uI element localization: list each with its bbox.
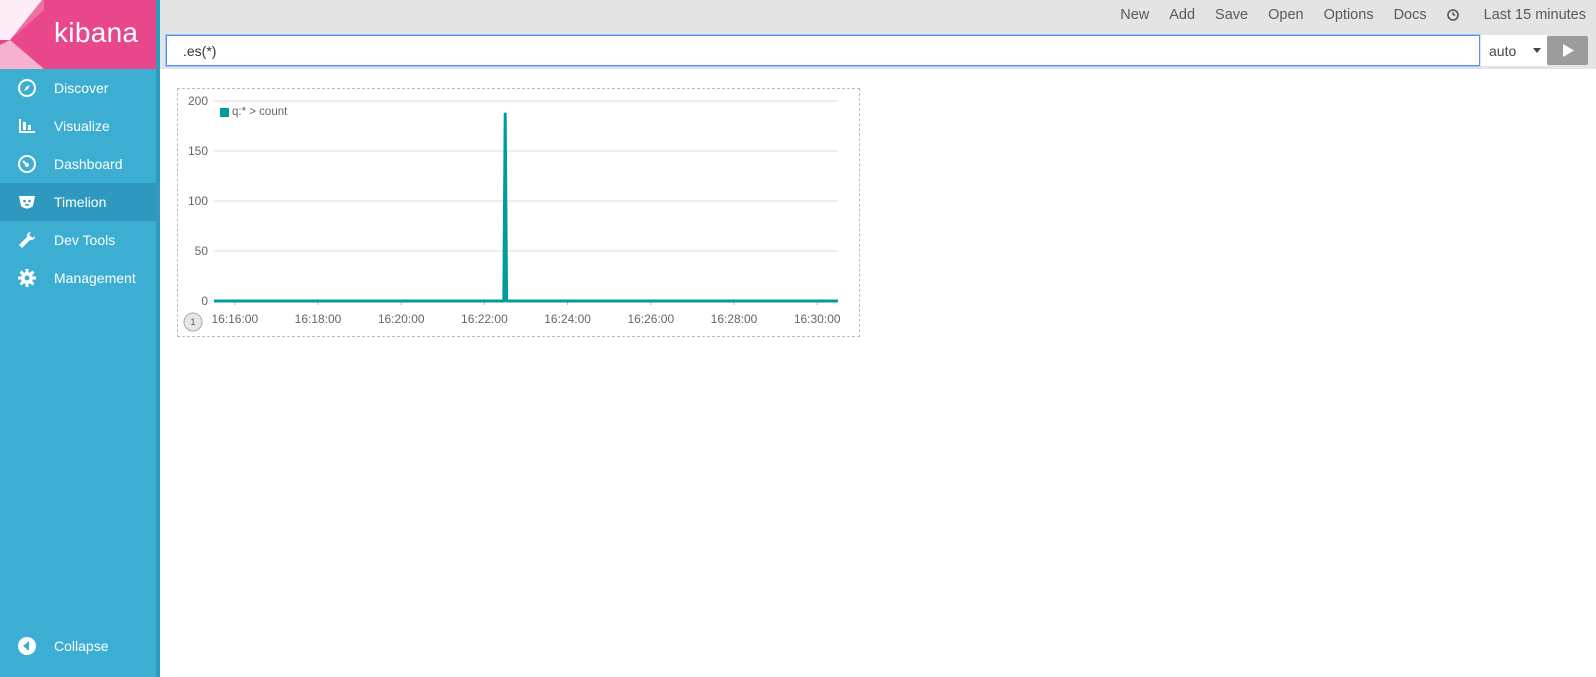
time-picker-button[interactable]: Last 15 minutes <box>1446 7 1586 23</box>
timelion-icon <box>0 192 54 212</box>
x-tick-label: 16:26:00 <box>627 312 674 326</box>
collapse-icon <box>0 636 54 656</box>
chart-panel[interactable]: 200 150 100 50 0 16:16:00 16:18:00 16:20:00 16:2… <box>177 88 860 337</box>
x-tick-label: 16:20:00 <box>378 312 425 326</box>
collapse-button[interactable]: Collapse <box>0 627 156 665</box>
series-line <box>214 112 838 303</box>
wrench-icon <box>0 230 54 250</box>
legend-entry: q:* > count <box>232 106 288 118</box>
x-tick-label: 16:28:00 <box>711 312 758 326</box>
x-tick-label: 16:24:00 <box>544 312 591 326</box>
kibana-logo-icon <box>0 0 44 69</box>
docs-button[interactable]: Docs <box>1394 7 1427 23</box>
clock-icon <box>1446 9 1459 21</box>
y-tick-label: 50 <box>195 244 209 258</box>
run-button[interactable] <box>1547 36 1588 65</box>
sidebar-item-timelion[interactable]: Timelion <box>0 183 156 221</box>
y-tick-label: 100 <box>188 194 208 208</box>
top-bar: New Add Save Open Options Docs Last 15 m… <box>160 0 1596 69</box>
expression-input[interactable] <box>166 35 1480 66</box>
y-tick-label: 0 <box>201 294 208 308</box>
sidebar-item-dashboard[interactable]: Dashboard <box>0 145 156 183</box>
y-tick-label: 150 <box>188 144 208 158</box>
play-icon <box>1562 44 1574 57</box>
open-button[interactable]: Open <box>1268 7 1303 23</box>
sidebar-nav: Discover Visualize Dashboard Timelion De… <box>0 69 156 297</box>
legend-swatch <box>220 107 229 117</box>
gear-icon <box>0 268 54 288</box>
save-button[interactable]: Save <box>1215 7 1248 23</box>
new-button[interactable]: New <box>1120 7 1149 23</box>
sidebar-item-label: Dev Tools <box>54 232 116 248</box>
dashboard-icon <box>0 154 54 174</box>
x-tick-label: 16:30:00 <box>794 312 841 326</box>
x-tick-label: 16:16:00 <box>211 312 258 326</box>
query-row: auto <box>166 35 1588 66</box>
sidebar: kibana Discover Visualize Dashboard Time… <box>0 0 160 677</box>
sidebar-item-visualize[interactable]: Visualize <box>0 107 156 145</box>
chart-badge-label: 1 <box>190 317 195 327</box>
bar-chart-icon <box>0 116 54 136</box>
sidebar-item-label: Visualize <box>54 118 110 134</box>
compass-icon <box>0 78 54 98</box>
x-tick-label: 16:22:00 <box>461 312 508 326</box>
sidebar-item-management[interactable]: Management <box>0 259 156 297</box>
add-button[interactable]: Add <box>1169 7 1195 23</box>
collapse-label: Collapse <box>54 638 109 654</box>
sidebar-item-label: Discover <box>54 80 109 96</box>
timelion-chart: 200 150 100 50 016:16:00 16:18:00 16:20:00 16:2… <box>183 94 841 332</box>
sidebar-item-dev-tools[interactable]: Dev Tools <box>0 221 156 259</box>
options-button[interactable]: Options <box>1324 7 1374 23</box>
time-range-label: Last 15 minutes <box>1483 7 1586 23</box>
sidebar-item-label: Dashboard <box>54 156 123 172</box>
interval-value: auto <box>1489 42 1517 59</box>
top-menu: New Add Save Open Options Docs Last 15 m… <box>1100 7 1586 23</box>
sidebar-item-discover[interactable]: Discover <box>0 69 156 107</box>
y-tick-label: 200 <box>188 94 208 108</box>
interval-select[interactable]: auto <box>1480 35 1547 66</box>
sidebar-item-label: Management <box>54 270 136 286</box>
chevron-down-icon <box>1533 48 1541 53</box>
kibana-logo[interactable]: kibana <box>0 0 156 69</box>
app-name: kibana <box>54 17 139 48</box>
chart-legend[interactable]: q:* > count <box>220 106 287 118</box>
x-tick-label: 16:18:00 <box>295 312 342 326</box>
sidebar-item-label: Timelion <box>54 194 107 210</box>
